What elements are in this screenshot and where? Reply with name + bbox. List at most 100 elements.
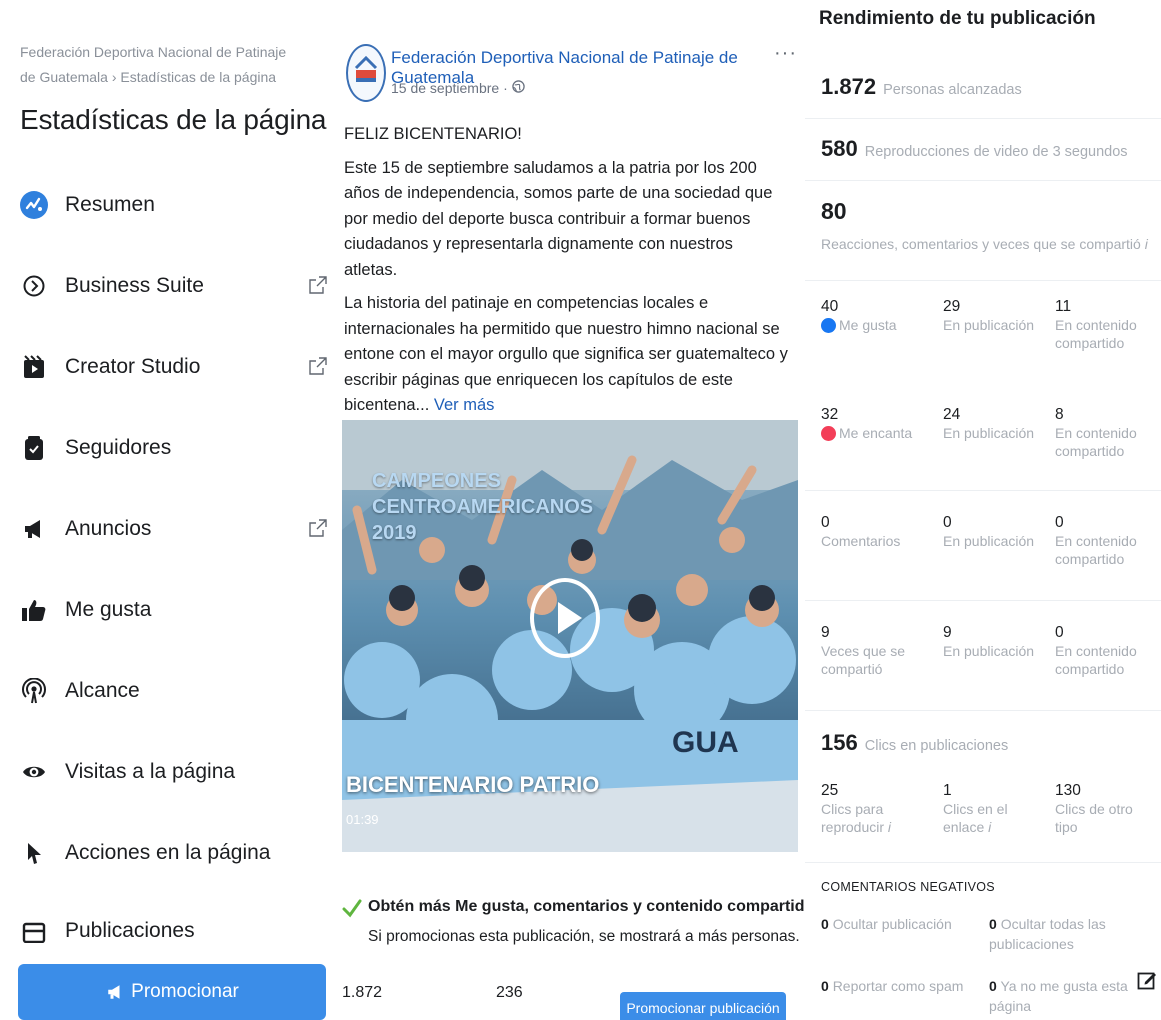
shares-on-post-value: 9: [943, 624, 952, 641]
likes-shared: 11 En contenido compartido: [1055, 298, 1161, 352]
post-paragraph: La historia del patinaje en competencias…: [344, 291, 790, 419]
link-clicks-value: 1: [943, 782, 952, 799]
post-engagement-value: 236: [496, 984, 523, 1001]
comments-total: 0 Comentarios: [821, 514, 933, 550]
shares-on-post: 9 En publicación: [943, 624, 1055, 660]
sidebar-item-label: Visitas a la página: [65, 759, 236, 783]
sidebar-item-acciones[interactable]: Acciones en la página: [0, 812, 338, 893]
sidebar-item-business-suite[interactable]: Business Suite: [0, 245, 338, 326]
more-options-button[interactable]: ···: [774, 42, 797, 65]
clicks-to-play-label: Clics para reproducir: [821, 801, 885, 835]
sidebar-item-creator-studio[interactable]: Creator Studio: [0, 326, 338, 407]
info-icon[interactable]: i: [1145, 236, 1148, 252]
comments-total-label: Comentarios: [821, 533, 901, 549]
sidebar-item-seguidores[interactable]: Seguidores: [0, 407, 338, 488]
sidebar-item-label: Me gusta: [65, 597, 152, 621]
sidebar-item-resumen[interactable]: Resumen: [0, 164, 338, 245]
hide-post-label: Ocultar publicación: [832, 916, 952, 932]
business-suite-icon: [20, 272, 48, 300]
hide-all-label: Ocultar todas las publicaciones: [989, 916, 1106, 952]
video-player[interactable]: GUA CAMPEONES CENTROAMERICANOS 2019 BICE…: [342, 420, 798, 852]
followers-icon: [20, 434, 48, 462]
likes-total-value: 40: [821, 298, 839, 315]
clicks-to-play-value: 25: [821, 782, 839, 799]
promote-button[interactable]: Promocionar: [18, 964, 326, 1020]
breadcrumb[interactable]: Federación Deportiva Nacional de Patinaj…: [20, 40, 300, 90]
likes-total-label: Me gusta: [839, 317, 897, 333]
creator-studio-icon: [20, 353, 48, 381]
globe-icon: [512, 80, 525, 96]
sidebar-item-alcance[interactable]: Alcance: [0, 650, 338, 731]
comments-shared: 0 En contenido compartido: [1055, 514, 1161, 568]
post-meta: 15 de septiembre ·: [391, 80, 525, 96]
promo-heading: Obtén más Me gusta, comentarios y conten…: [368, 898, 815, 915]
like-reaction-icon: [821, 317, 836, 333]
post-reach-value: 1.872: [342, 984, 383, 1001]
sidebar-item-label: Seguidores: [65, 435, 172, 459]
divider: [805, 118, 1161, 119]
divider: [805, 280, 1161, 281]
people-reached: 1.872 Personas alcanzadas: [821, 74, 1022, 100]
page-title: Estadísticas de la página: [20, 104, 327, 135]
sidebar-item-label: Acciones en la página: [65, 840, 271, 864]
sidebar-item-anuncios[interactable]: Anuncios: [0, 488, 338, 569]
shares-shared-value: 0: [1055, 624, 1064, 641]
unlike-page-label: Ya no me gusta esta página: [989, 978, 1128, 1014]
divider: [805, 710, 1161, 711]
play-button[interactable]: [530, 578, 600, 658]
comments-shared-label: En contenido compartido: [1055, 533, 1137, 567]
post-performance-panel: Rendimiento de tu publicación 1.872 Pers…: [805, 0, 1161, 1020]
hide-post-stat: 0 Ocultar publicación: [821, 914, 981, 934]
summary-icon: [20, 190, 48, 219]
post-clicks-label: Clics en publicaciones: [864, 738, 1009, 754]
sidebar-item-label: Business Suite: [65, 273, 204, 297]
reach-icon: [20, 677, 48, 705]
unlike-page-value: 0: [989, 978, 997, 994]
loves-total: 32 Me encanta: [821, 406, 933, 442]
external-link-icon[interactable]: [308, 275, 328, 295]
video-views-value: 580: [821, 136, 858, 161]
likes-shared-label: En contenido compartido: [1055, 317, 1137, 351]
see-more-link[interactable]: Ver más: [434, 396, 495, 414]
external-link-icon[interactable]: [308, 356, 328, 376]
likes-total: 40 Me gusta: [821, 298, 933, 334]
hide-all-stat: 0 Ocultar todas las publicaciones: [989, 914, 1129, 954]
post-clicks-value: 156: [821, 730, 858, 755]
likes-shared-value: 11: [1055, 298, 1072, 315]
megaphone-icon: [108, 985, 120, 999]
shares-on-post-label: En publicación: [943, 643, 1035, 659]
likes-on-post-label: En publicación: [943, 317, 1035, 333]
hide-all-value: 0: [989, 916, 997, 932]
interactions-value: 80: [821, 198, 847, 224]
info-icon[interactable]: i: [988, 819, 991, 835]
comments-total-value: 0: [821, 514, 830, 531]
loves-shared-value: 8: [1055, 406, 1064, 423]
page-avatar[interactable]: [346, 44, 386, 102]
comments-shared-value: 0: [1055, 514, 1064, 531]
sidebar-item-label: Creator Studio: [65, 354, 201, 378]
video-overlay-title: CAMPEONES CENTROAMERICANOS 2019: [372, 470, 594, 544]
video-title: BICENTENARIO PATRIO: [346, 772, 600, 797]
report-spam-value: 0: [821, 978, 829, 994]
sidebar-item-me-gusta[interactable]: Me gusta: [0, 569, 338, 650]
sidebar-item-publicaciones[interactable]: Publicaciones: [0, 893, 338, 943]
post-paragraph: Este 15 de septiembre saludamos a la pat…: [344, 158, 773, 279]
info-icon[interactable]: i: [888, 819, 891, 835]
post-date[interactable]: 15 de septiembre ·: [391, 80, 508, 96]
boost-post-button[interactable]: Promocionar publicación: [620, 992, 786, 1020]
external-link-icon[interactable]: [308, 518, 328, 538]
edit-icon[interactable]: [1137, 970, 1157, 990]
comments-on-post-value: 0: [943, 514, 952, 531]
sidebar-item-visitas[interactable]: Visitas a la página: [0, 731, 338, 812]
divider: [805, 490, 1161, 491]
divider: [805, 180, 1161, 181]
sidebar-item-label: Alcance: [65, 678, 140, 702]
likes-on-post-value: 29: [943, 298, 961, 315]
video-duration: 01:39: [346, 812, 379, 827]
promote-button-label: Promocionar: [131, 981, 239, 1002]
post-paragraph-text: La historia del patinaje en competencias…: [344, 294, 788, 414]
negative-feedback-title: COMENTARIOS NEGATIVOS: [821, 880, 995, 894]
likes-on-post: 29 En publicación: [943, 298, 1055, 334]
divider: [805, 600, 1161, 601]
report-spam-stat: 0 Reportar como spam: [821, 976, 981, 996]
